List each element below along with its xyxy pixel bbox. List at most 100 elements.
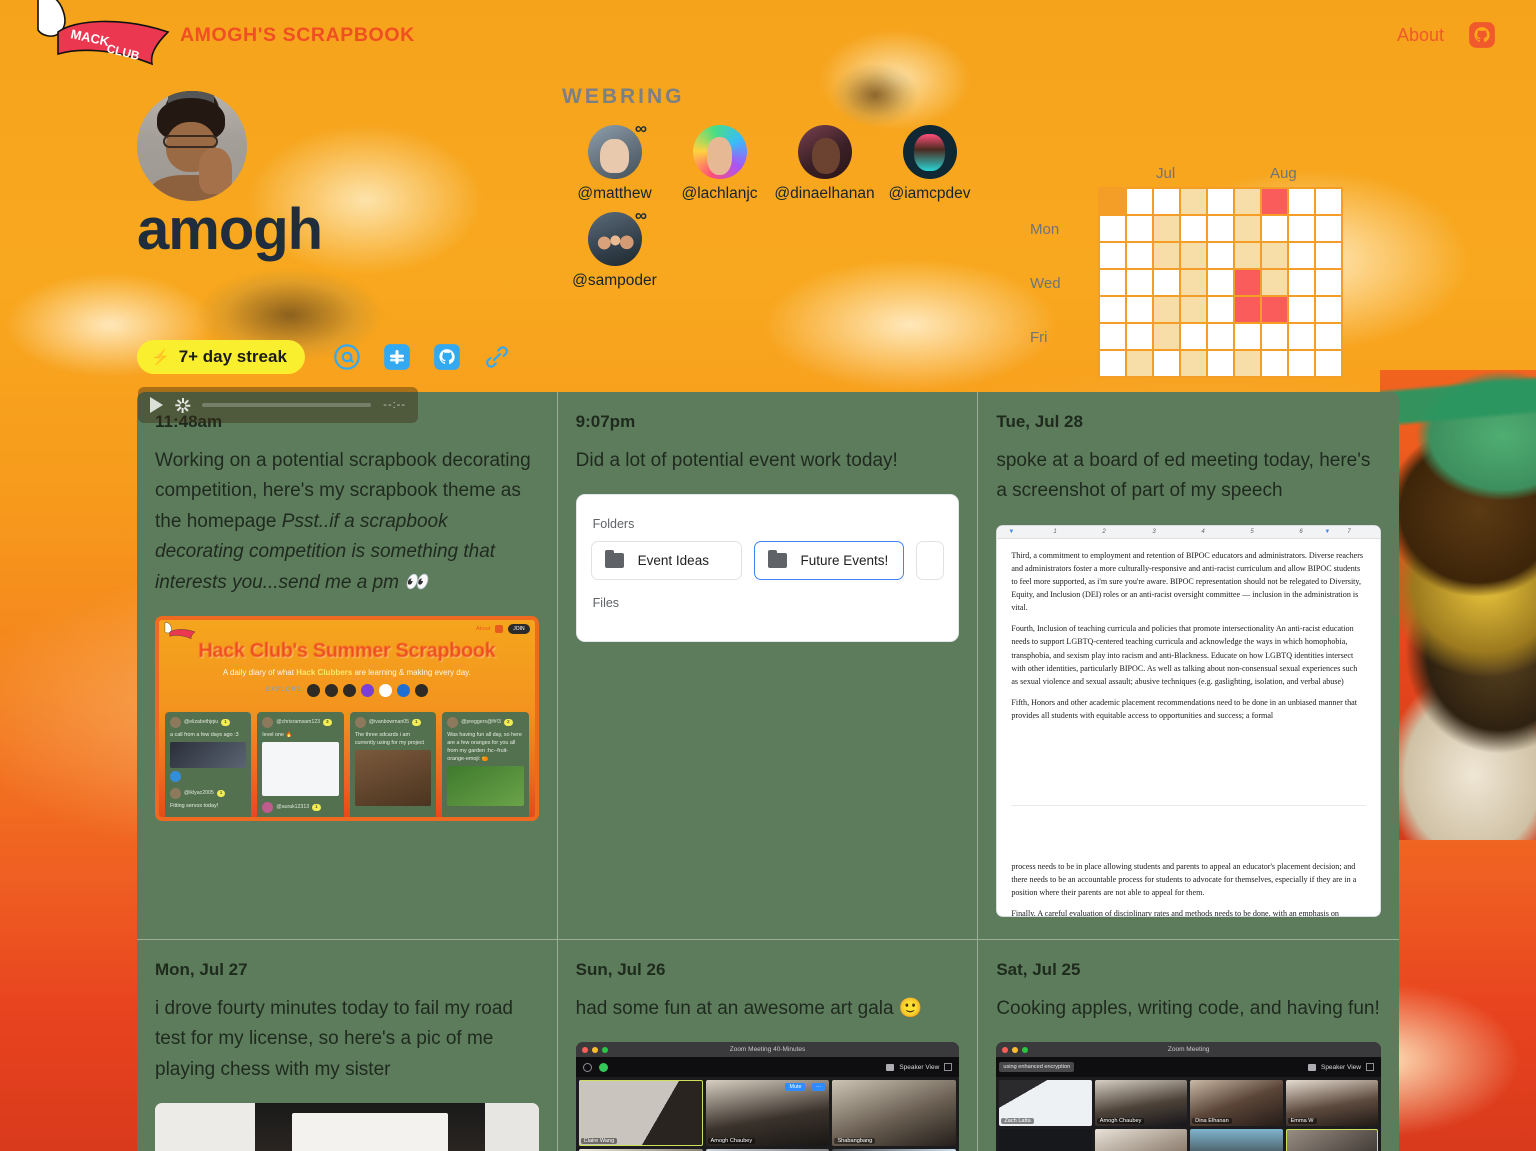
heatmap-cell[interactable] xyxy=(1315,296,1342,323)
audio-progress-bar[interactable] xyxy=(202,403,372,407)
zoom-participant-tile[interactable]: Emma W xyxy=(1285,1080,1378,1127)
heatmap-cell[interactable] xyxy=(1315,350,1342,377)
heatmap-cell[interactable] xyxy=(1315,215,1342,242)
heatmap-cell[interactable] xyxy=(1153,350,1180,377)
reaction-bubble[interactable] xyxy=(170,771,181,783)
more-options-button[interactable]: ··· xyxy=(812,1083,826,1092)
zoom-participant-tile[interactable] xyxy=(1190,1129,1283,1151)
post-card[interactable]: 9:07pm Did a lot of potential event work… xyxy=(557,392,979,940)
heatmap-cell[interactable] xyxy=(1261,215,1288,242)
heatmap-cell[interactable] xyxy=(1099,188,1126,215)
scrapbook-mini-card[interactable]: @chrisramsam123 3 level one 🔥 @aurak1231… xyxy=(257,711,344,817)
explore-avatar[interactable] xyxy=(306,683,320,697)
webring-member[interactable]: ∞ @matthew xyxy=(562,119,667,202)
heatmap-cell[interactable] xyxy=(1126,350,1153,377)
zoom-participant-tile[interactable] xyxy=(1285,1129,1378,1151)
post-card[interactable]: Sun, Jul 26 had some fun at an awesome a… xyxy=(558,939,979,1151)
post-card[interactable]: 11:48am Working on a potential scrapbook… xyxy=(137,392,558,940)
heatmap-cell[interactable] xyxy=(1099,269,1126,296)
heatmap-cell[interactable] xyxy=(1234,323,1261,350)
heatmap-cell[interactable] xyxy=(1315,188,1342,215)
play-icon[interactable] xyxy=(150,397,163,413)
heatmap-cell[interactable] xyxy=(1261,269,1288,296)
mute-button[interactable]: Mute xyxy=(785,1083,806,1092)
zoom-hack-club-screenshot[interactable]: Zoom Meeting Speaker View using enhanced… xyxy=(996,1042,1381,1151)
email-at-icon[interactable] xyxy=(333,343,361,371)
zoom-participant-tile[interactable]: Mute ··· Amogh Chaubey xyxy=(705,1080,830,1147)
heatmap-cell[interactable] xyxy=(1234,350,1261,377)
zoom-participant-tile[interactable]: Shabangbang xyxy=(832,1080,957,1147)
google-doc-screenshot[interactable]: ▼ 1 2 3 4 5 6 ▼ 7 Third, a commitment to… xyxy=(996,524,1381,917)
heatmap-cell[interactable] xyxy=(1261,242,1288,269)
speaker-view-button[interactable]: Speaker View xyxy=(1307,1063,1374,1072)
heatmap-cell[interactable] xyxy=(1315,323,1342,350)
chess-photo[interactable]: ⋮ xyxy=(155,1102,539,1151)
heatmap-cell[interactable] xyxy=(1288,215,1315,242)
heatmap-cell[interactable] xyxy=(1207,188,1234,215)
google-drive-screenshot[interactable]: Folders Event Ideas Future Events! Files xyxy=(575,494,960,643)
link-chain-icon[interactable] xyxy=(483,343,511,371)
explore-avatar[interactable] xyxy=(378,683,392,697)
heatmap-cell[interactable] xyxy=(1288,296,1315,323)
heatmap-cell[interactable] xyxy=(1207,269,1234,296)
heatmap-cell[interactable] xyxy=(1099,215,1126,242)
reaction-count[interactable]: 1 xyxy=(221,719,230,726)
heatmap-cell[interactable] xyxy=(1234,188,1261,215)
heatmap-cell[interactable] xyxy=(1288,242,1315,269)
heatmap-cell[interactable] xyxy=(1180,269,1207,296)
heatmap-cell[interactable] xyxy=(1315,242,1342,269)
scrapbook-mini-card[interactable]: @ivanbowman05 1 The three sdcards i am c… xyxy=(349,711,437,817)
heatmap-cell[interactable] xyxy=(1099,350,1126,377)
heatmap-cell[interactable] xyxy=(1099,323,1126,350)
github-icon[interactable] xyxy=(433,343,461,371)
heatmap-cell[interactable] xyxy=(1207,296,1234,323)
zoom-participant-tile[interactable]: Zach Latta xyxy=(999,1080,1092,1127)
heatmap-cell[interactable] xyxy=(1207,215,1234,242)
webring-member[interactable]: @lachlanjc xyxy=(667,125,772,202)
github-icon[interactable] xyxy=(1468,21,1496,49)
heatmap-cell[interactable] xyxy=(1099,296,1126,323)
heatmap-cell[interactable] xyxy=(1180,350,1207,377)
heatmap-cell[interactable] xyxy=(1180,296,1207,323)
heatmap-cell[interactable] xyxy=(1126,296,1153,323)
zoom-participant-tile[interactable]: Dina Elhanan xyxy=(1190,1080,1283,1127)
heatmap-cell[interactable] xyxy=(1153,242,1180,269)
heatmap-cell[interactable] xyxy=(1261,296,1288,323)
heatmap-cell[interactable] xyxy=(1288,350,1315,377)
heatmap-cell[interactable] xyxy=(1261,188,1288,215)
heatmap-cell[interactable] xyxy=(1153,215,1180,242)
webring-member[interactable]: ∞ @sampoder xyxy=(562,206,667,289)
heatmap-grid[interactable] xyxy=(1098,187,1343,378)
heatmap-cell[interactable] xyxy=(1180,323,1207,350)
post-card[interactable]: Tue, Jul 28 spoke at a board of ed meeti… xyxy=(978,392,1399,940)
heatmap-cell[interactable] xyxy=(1126,188,1153,215)
heatmap-cell[interactable] xyxy=(1126,242,1153,269)
scrapbook-mini-card[interactable]: @preggers@f#!3 2 Was having fun all day,… xyxy=(442,711,529,817)
github-icon[interactable] xyxy=(495,624,504,633)
zoom-participant-tile[interactable]: Claire Wang xyxy=(578,1080,703,1147)
about-link[interactable]: About xyxy=(476,626,490,632)
heatmap-cell[interactable] xyxy=(1288,269,1315,296)
post-card[interactable]: Sat, Jul 25 Cooking apples, writing code… xyxy=(978,940,1399,1151)
scrapbook-homepage-screenshot[interactable]: About JOIN Hack Club's Summer Scrapbook … xyxy=(155,615,539,821)
heatmap-cell[interactable] xyxy=(1234,215,1261,242)
drive-folder-future-events[interactable]: Future Events! xyxy=(753,541,905,581)
join-button[interactable]: JOIN xyxy=(508,623,530,634)
heatmap-cell[interactable] xyxy=(1180,215,1207,242)
about-link[interactable]: About xyxy=(1397,25,1444,46)
heatmap-cell[interactable] xyxy=(1234,269,1261,296)
zoom-participant-tile[interactable] xyxy=(1094,1129,1188,1151)
heatmap-cell[interactable] xyxy=(1261,323,1288,350)
heatmap-cell[interactable] xyxy=(1261,350,1288,377)
explore-avatar[interactable] xyxy=(360,683,374,697)
reaction-count[interactable]: 1 xyxy=(216,790,226,797)
drive-folder-event-ideas[interactable]: Event Ideas xyxy=(590,541,742,581)
encryption-shield-icon[interactable] xyxy=(598,1062,608,1072)
explore-avatar[interactable] xyxy=(342,683,356,697)
heatmap-cell[interactable] xyxy=(1234,296,1261,323)
heatmap-cell[interactable] xyxy=(1153,296,1180,323)
zoom-art-gala-screenshot[interactable]: Zoom Meeting 40-Minutes Speaker View Cla… xyxy=(575,1042,960,1151)
post-card[interactable]: Mon, Jul 27 i drove fourty minutes today… xyxy=(137,939,558,1151)
heatmap-cell[interactable] xyxy=(1315,269,1342,296)
heatmap-cell[interactable] xyxy=(1234,242,1261,269)
